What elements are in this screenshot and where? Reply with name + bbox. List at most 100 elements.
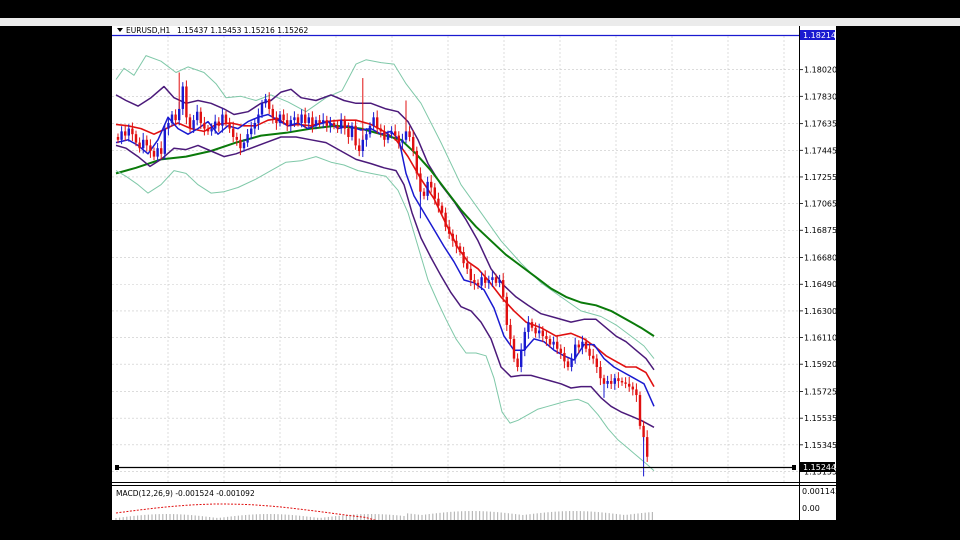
candle xyxy=(595,354,598,374)
price-tick-label: 1.17635 xyxy=(804,120,836,129)
candle xyxy=(631,382,634,396)
candle xyxy=(552,336,555,349)
candle xyxy=(379,124,382,138)
price-tick-label: 1.18020 xyxy=(804,66,836,75)
series-ema-fast xyxy=(115,113,655,407)
candle xyxy=(444,207,447,232)
price-tick-label: 1.17255 xyxy=(804,173,836,182)
candle xyxy=(228,117,231,133)
candle xyxy=(286,113,289,131)
candle xyxy=(487,275,490,289)
candle xyxy=(422,188,426,200)
candle xyxy=(646,430,649,462)
candle xyxy=(599,360,602,386)
candle xyxy=(476,279,480,290)
candle xyxy=(257,108,260,130)
candle xyxy=(275,111,278,130)
candle xyxy=(430,174,433,193)
macd-panel: MACD(12,26,9) -0.001524 -0.001092 0.0011… xyxy=(115,487,836,520)
price-tick-label: 1.15920 xyxy=(804,360,836,369)
candle xyxy=(383,125,386,147)
candle xyxy=(196,104,199,126)
price-tick-label: 1.15535 xyxy=(804,414,836,423)
candle xyxy=(271,104,274,124)
price-tick-label: 1.17065 xyxy=(804,200,836,209)
candle xyxy=(206,125,210,135)
candle xyxy=(124,124,127,141)
candle xyxy=(498,274,501,288)
candle xyxy=(448,219,451,239)
candle xyxy=(343,115,346,135)
candle xyxy=(458,242,462,256)
macd-scale-zero: 0.00 xyxy=(802,504,820,513)
candle xyxy=(253,118,256,135)
chart-frame xyxy=(112,26,836,520)
candle xyxy=(530,318,534,332)
candle xyxy=(160,141,163,160)
candle xyxy=(620,377,624,386)
candle xyxy=(246,128,249,147)
candle xyxy=(289,115,292,132)
candle xyxy=(613,373,616,390)
candle xyxy=(325,115,328,132)
candle xyxy=(592,348,595,364)
candle xyxy=(566,357,570,371)
candle xyxy=(638,391,642,430)
candle xyxy=(523,327,526,357)
price-tick-label: 1.17830 xyxy=(804,92,836,101)
candle xyxy=(322,113,325,129)
candle xyxy=(563,346,566,369)
candle xyxy=(462,246,465,268)
candle xyxy=(505,292,508,331)
candle xyxy=(185,80,188,125)
chart-window[interactable]: 1.18020 1.17830 1.17635 1.17445 1.17255 1.170… xyxy=(112,26,836,520)
candle xyxy=(278,111,282,127)
candle xyxy=(635,383,638,402)
candle xyxy=(307,112,310,129)
price-tick-label: 1.16875 xyxy=(804,226,836,235)
candle xyxy=(358,138,361,157)
candle xyxy=(455,234,458,254)
series-ema-mid xyxy=(115,117,655,387)
candle xyxy=(484,270,487,289)
price-axis: 1.18020 1.17830 1.17635 1.17445 1.17255 1.170… xyxy=(799,66,836,476)
price-tick-label: 1.16110 xyxy=(804,334,836,343)
screen-top-bar xyxy=(0,0,960,18)
candle xyxy=(512,335,516,363)
candle xyxy=(181,82,184,115)
candle xyxy=(628,376,631,392)
candle xyxy=(232,121,235,143)
candle xyxy=(131,122,134,142)
candle xyxy=(451,229,454,247)
candle xyxy=(372,112,375,131)
current-price-label: 1.15244 xyxy=(803,463,836,472)
macd-histogram xyxy=(115,511,654,520)
price-tick-label: 1.17445 xyxy=(804,146,836,155)
screen-bottom-bar xyxy=(0,520,960,540)
candle xyxy=(170,111,174,127)
candle xyxy=(350,122,354,141)
series-sma-slow xyxy=(115,124,655,337)
candle xyxy=(408,126,411,142)
candle xyxy=(149,139,152,158)
candle xyxy=(203,116,206,136)
chart-header-arrow-icon xyxy=(117,28,123,32)
candle xyxy=(588,343,591,361)
candle xyxy=(426,176,429,201)
candle xyxy=(264,93,267,108)
candle xyxy=(217,117,220,132)
candle xyxy=(617,372,620,388)
price-tick-label: 1.15345 xyxy=(804,441,836,450)
chart-grid xyxy=(112,36,799,482)
candle xyxy=(174,109,177,125)
candle xyxy=(145,135,148,152)
candle xyxy=(235,132,238,146)
candle xyxy=(336,120,339,133)
chart-canvas[interactable]: 1.18020 1.17830 1.17635 1.17445 1.17255 1.170… xyxy=(112,26,836,520)
candle xyxy=(606,375,609,389)
candle xyxy=(516,353,519,372)
chart-header-symbol: EURUSD,H1 xyxy=(126,26,170,35)
candle xyxy=(156,143,159,161)
top-price-label: 1.18214 xyxy=(803,31,836,40)
candle xyxy=(624,377,627,389)
